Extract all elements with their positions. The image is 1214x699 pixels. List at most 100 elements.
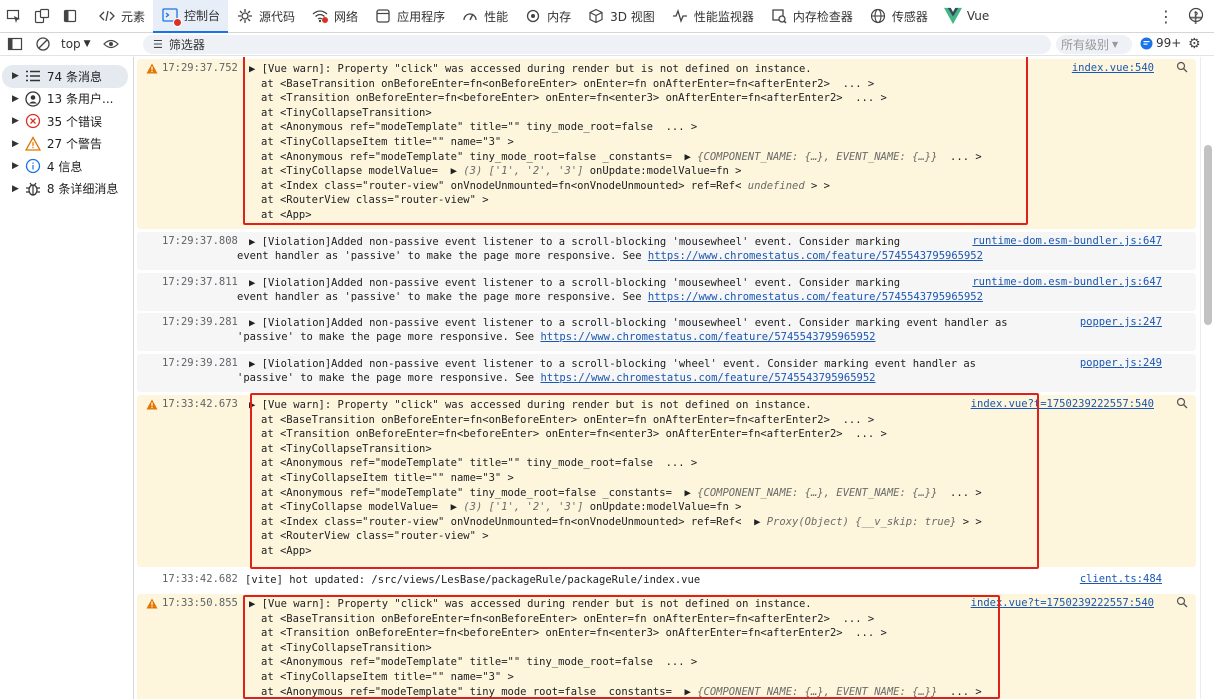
sources-icon: [236, 7, 254, 25]
user-circle-icon: [25, 91, 41, 107]
tab-memory[interactable]: 内存: [516, 0, 579, 33]
message-timestamp: 17:33:42.673: [162, 398, 238, 410]
chevron-down-icon: ▼: [83, 39, 91, 49]
source-link[interactable]: runtime-dom.esm-bundler.js:647: [972, 235, 1162, 247]
tab-label: 性能监视器: [693, 9, 754, 24]
error-x-icon: [25, 113, 41, 129]
cube-icon: [587, 7, 605, 25]
filter-input[interactable]: ☰ 筛选器: [143, 35, 1051, 54]
error-badge-icon: [173, 18, 183, 27]
issues-counter[interactable]: 99+: [1140, 36, 1181, 50]
sidebar-item[interactable]: ▶ 74 条消息: [2, 65, 128, 88]
dock-side-icon[interactable]: [56, 0, 84, 33]
context-selector[interactable]: top ▼: [61, 37, 91, 51]
expand-arrow-icon[interactable]: ▶: [12, 139, 19, 149]
console-log-message[interactable]: 17:33:42.682 client.ts:484 [vite] hot upda…: [137, 570, 1196, 592]
expand-arrow-icon[interactable]: ▶: [12, 94, 19, 104]
message-line: at <Transition onBeforeEnter=fn<beforeEn…: [261, 92, 887, 105]
source-link[interactable]: index.vue?t=1750239222557:540: [971, 597, 1154, 609]
tab-label: 控制台: [184, 8, 221, 23]
tab-monitor-wave[interactable]: 性能监视器: [663, 0, 762, 33]
chromestatus-link[interactable]: https://www.chromestatus.com/feature/574…: [540, 331, 875, 343]
tab-vue-logo[interactable]: Vue: [936, 0, 997, 33]
search-source-icon[interactable]: [1176, 596, 1188, 611]
devtools-tabbar: 元素 控制台 源代码 网络 应用程序 性能 内存 3D 视图 性能监视器 内存检查器 传感器 Vue …: [0, 0, 1214, 33]
message-line: at <BaseTransition onBeforeEnter=fn<onBe…: [261, 413, 875, 426]
message-line: ▶ [Violation]Added non-passive event lis…: [249, 317, 1008, 329]
message-line: at <BaseTransition onBeforeEnter=fn<onBe…: [261, 77, 875, 90]
search-source-icon[interactable]: [1176, 61, 1188, 76]
device-toolbar-icon[interactable]: [28, 0, 56, 33]
tab-memory-inspector[interactable]: 内存检查器: [762, 0, 861, 33]
console-log-message[interactable]: 17:29:37.808 runtime-dom.esm-bundler.js:6…: [137, 232, 1196, 270]
application-icon: [374, 7, 392, 25]
sidebar-item[interactable]: ▶ 35 个错误: [0, 110, 133, 133]
settings-gear-icon[interactable]: ⚙: [1188, 36, 1201, 52]
console-log-message[interactable]: 17:29:39.281 popper.js:249 ▶ [Violation]Ad…: [137, 354, 1196, 392]
tab-performance[interactable]: 性能: [453, 0, 516, 33]
globe-icon: [869, 7, 887, 25]
console-scrollbar[interactable]: [1200, 57, 1214, 699]
sidebar-item[interactable]: ▶ 27 个警告: [0, 133, 133, 156]
console-warning-message[interactable]: 17:33:42.673 index.vue?t=1750239222557:54…: [137, 395, 1196, 567]
scrollbar-thumb[interactable]: [1204, 145, 1212, 325]
expand-arrow-icon[interactable]: ▶: [12, 116, 19, 126]
tab-sources[interactable]: 源代码: [228, 0, 303, 33]
console-sidebar: ▶ 74 条消息 ▶ 13 条用户... ▶ 35 个错误 ▶ 27 个警告 ▶ 4 信息 ▶ 8 条…: [0, 57, 134, 699]
source-link[interactable]: client.ts:484: [1080, 573, 1162, 585]
message-line: at <TinyCollapseItem title="" name="3" >: [261, 472, 514, 484]
context-value: top: [61, 37, 81, 51]
svg-text:?: ?: [1194, 11, 1199, 21]
message-line: at <TinyCollapseTransition>: [261, 641, 432, 654]
message-line: at <Anonymous ref="modeTemplate" tiny_mo…: [261, 150, 982, 163]
expand-arrow-icon[interactable]: ▶: [12, 71, 19, 81]
tab-globe[interactable]: 传感器: [861, 0, 936, 33]
help-icon[interactable]: ?: [1188, 7, 1204, 27]
message-line: at <Anonymous ref="modeTemplate" tiny_mo…: [261, 685, 982, 698]
search-source-icon[interactable]: [1176, 397, 1188, 412]
memory-inspector-icon: [770, 7, 788, 25]
tab-network-wifi[interactable]: 网络: [303, 0, 366, 33]
live-expression-eye-icon[interactable]: [102, 38, 119, 50]
inspect-element-icon[interactable]: [0, 0, 28, 33]
sidebar-item[interactable]: ▶ 13 条用户...: [0, 88, 133, 111]
source-link[interactable]: runtime-dom.esm-bundler.js:647: [972, 276, 1162, 288]
source-link[interactable]: popper.js:247: [1080, 316, 1162, 328]
source-link[interactable]: popper.js:249: [1080, 357, 1162, 369]
tab-console[interactable]: 控制台: [153, 0, 229, 33]
sidebar-item[interactable]: ▶ 4 信息: [0, 155, 133, 178]
sidebar-item-label: 27 个警告: [46, 137, 103, 152]
clear-console-icon[interactable]: [35, 36, 51, 52]
tab-cube[interactable]: 3D 视图: [579, 0, 663, 33]
log-levels-dropdown[interactable]: 所有级别 ▼: [1056, 35, 1132, 54]
message-line: at <Anonymous ref="modeTemplate" tiny_mo…: [261, 486, 982, 499]
chromestatus-link[interactable]: https://www.chromestatus.com/feature/574…: [648, 250, 983, 262]
tab-label: 网络: [334, 9, 359, 24]
network-wifi-icon: [311, 7, 329, 25]
source-link[interactable]: index.vue:540: [1072, 62, 1154, 74]
console-warning-message[interactable]: 17:29:37.752 index.vue:540 ▶ [Vue warn]: P…: [137, 59, 1196, 229]
source-link[interactable]: index.vue?t=1750239222557:540: [971, 398, 1154, 410]
message-line: 'passive' to make the page more responsi…: [237, 331, 541, 343]
expand-arrow-icon[interactable]: ▶: [12, 161, 19, 171]
console-messages: 17:29:37.752 index.vue:540 ▶ [Vue warn]: P…: [135, 57, 1200, 699]
console-warning-message[interactable]: 17:33:50.855 index.vue?t=1750239222557:54…: [137, 594, 1196, 699]
console-log-message[interactable]: 17:29:37.811 runtime-dom.esm-bundler.js:6…: [137, 273, 1196, 311]
message-line: at <TinyCollapseTransition>: [261, 442, 432, 455]
more-options-icon[interactable]: ⋮: [1158, 7, 1174, 26]
tab-code-brackets[interactable]: 元素: [90, 0, 153, 33]
chromestatus-link[interactable]: https://www.chromestatus.com/feature/574…: [648, 291, 983, 303]
message-line: at <App>: [261, 209, 312, 221]
sidebar-item[interactable]: ▶ 8 条详细消息: [0, 178, 133, 201]
tab-application[interactable]: 应用程序: [366, 0, 453, 33]
console-log-message[interactable]: 17:29:39.281 popper.js:247 ▶ [Violation]Ad…: [137, 313, 1196, 351]
sidebar-toggle-icon[interactable]: [7, 37, 23, 51]
tab-label: 内存检查器: [792, 9, 853, 24]
expand-arrow-icon[interactable]: ▶: [12, 184, 19, 194]
message-line: event handler as 'passive' to make the p…: [237, 291, 648, 303]
message-line: ▶ [Violation]Added non-passive event lis…: [249, 277, 901, 289]
message-line: at <Transition onBeforeEnter=fn<beforeEn…: [261, 627, 887, 640]
console-icon: [161, 6, 183, 27]
chromestatus-link[interactable]: https://www.chromestatus.com/feature/574…: [540, 372, 875, 384]
message-line: at <Index class="router-view" onVnodeUnm…: [261, 515, 982, 528]
